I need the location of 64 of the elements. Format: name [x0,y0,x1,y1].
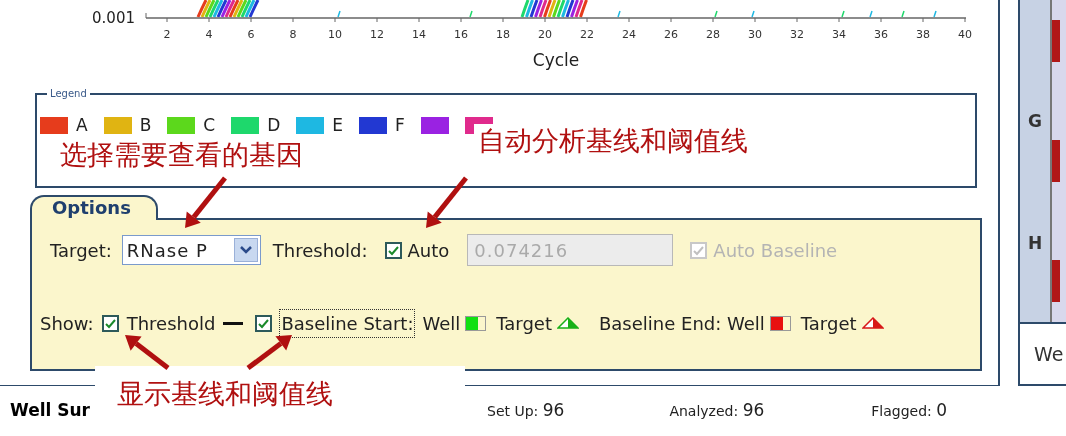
x-tick-label: 20 [538,28,552,41]
annotation-arrow [246,335,292,370]
legend-label: C [203,114,216,137]
section-title: Well Sur [10,399,91,423]
options-tab[interactable]: Options [30,195,158,220]
summary-count: Set Up: 96 [487,399,565,423]
x-tick-label: 26 [664,28,678,41]
annotation-arrow [426,176,468,228]
x-tick-label: 24 [622,28,636,41]
field-label: Target: [50,238,112,263]
legend-title: Legend [47,86,90,101]
axis-title: Cycle [532,50,580,70]
x-tick-label: 4 [205,28,213,41]
x-tick-label: 2 [163,28,171,41]
x-tick-label: 34 [832,28,846,41]
summary-count: Flagged: 0 [871,399,948,423]
annotation-arrow [125,335,170,370]
x-tick-label: 32 [790,28,804,41]
x-tick-label: 30 [748,28,762,41]
summary-count: Analyzed: 96 [669,399,765,423]
x-tick-label: 14 [412,28,426,41]
checkbox[interactable] [101,314,119,332]
checkbox-label: Threshold [126,311,216,336]
legend-label: E [332,114,344,137]
panel-title: We [1034,341,1064,367]
row-label: H [1026,232,1044,254]
checkbox-label: Auto Baseline [713,238,838,263]
x-tick-label: 40 [958,28,972,41]
x-tick-label: 10 [328,28,342,41]
x-tick-label: 8 [289,28,297,41]
well-cell[interactable] [1052,260,1060,302]
field-label: Show: [40,311,94,336]
checkbox[interactable] [255,314,273,332]
legend-label: Target [800,311,857,336]
checkbox[interactable] [384,241,402,259]
x-tick-label: 38 [916,28,930,41]
legend-label: F [395,114,405,137]
legend-label: Baseline End: Well [598,311,765,336]
legend-label: Target [496,311,552,336]
legend-label: D [267,114,281,137]
x-tick-label: 28 [706,28,720,41]
checkbox-label: Auto [407,238,450,263]
well-cell[interactable] [1052,140,1060,182]
legend-label: B [139,114,152,137]
annotation-arrow [185,176,227,228]
well-marker-icon [465,315,487,331]
dropdown-icon [233,238,258,262]
row-label: G [1027,110,1043,132]
well-marker-icon [769,315,791,331]
target-dropdown[interactable]: RNase P [121,235,261,265]
well-cell[interactable] [1052,20,1060,62]
x-tick-label: 6 [247,28,255,41]
threshold-line-icon [223,321,244,325]
annotation-text: 选择需要查看的基因 [60,138,303,172]
x-tick-label: 16 [454,28,468,41]
y-tick-label: 0.001 [92,9,135,27]
x-tick-label: 36 [874,28,888,41]
x-tick-label: 18 [496,28,510,41]
legend-label: A [76,114,88,137]
checkbox-label: Baseline Start: [280,309,415,337]
x-tick-label: 12 [370,28,384,41]
field-label: Threshold: [272,238,368,263]
legend-label: Well [422,311,461,336]
x-tick-label: 22 [580,28,594,41]
